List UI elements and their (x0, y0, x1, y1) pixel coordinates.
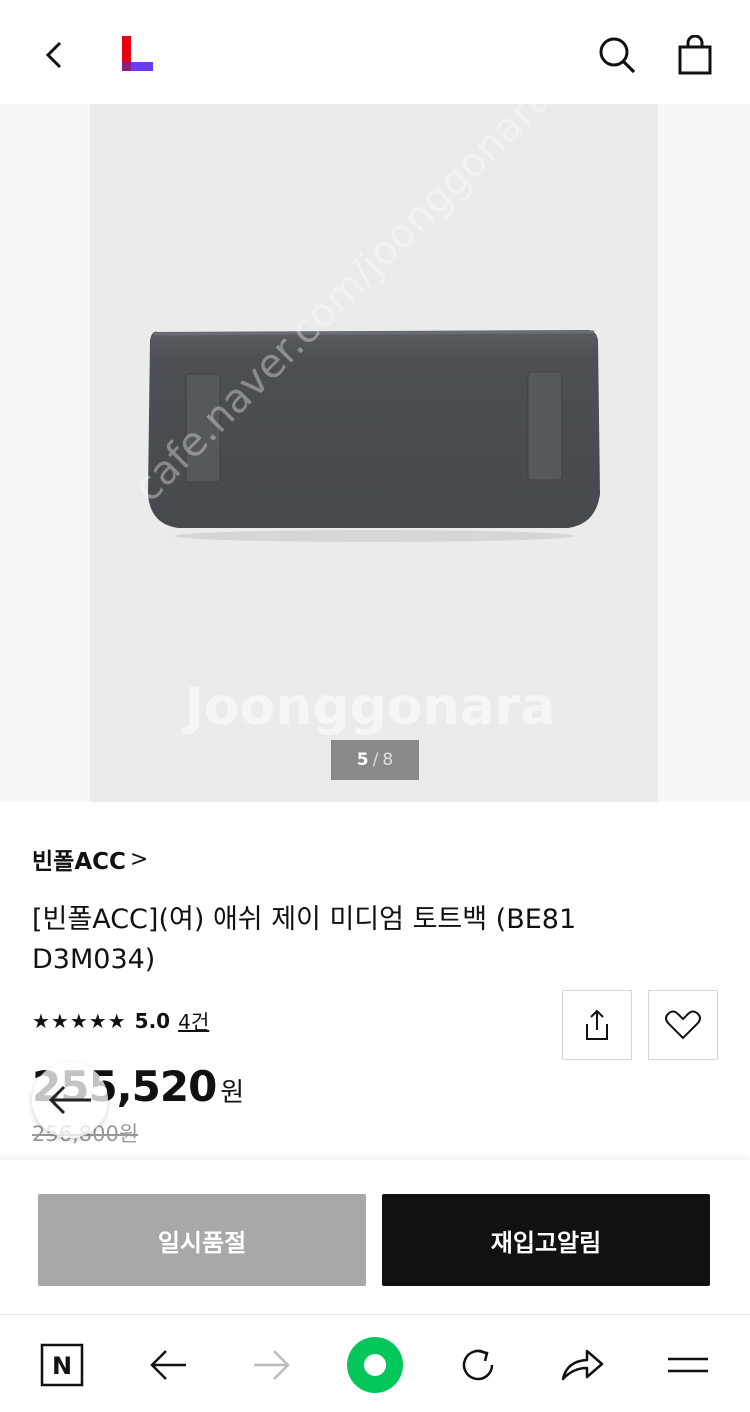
share-arrow-icon (561, 1349, 604, 1381)
wishlist-button[interactable] (648, 990, 718, 1060)
rating-score: 5.0 (134, 1008, 171, 1033)
star-rating-icon: ★★★★★ (32, 1008, 127, 1033)
top-header (0, 0, 750, 104)
product-page: Joonggonara cafe.naver.com/joonggonara 5… (0, 0, 750, 1412)
shopping-bag-icon (678, 35, 712, 75)
browser-forward-button[interactable] (242, 1335, 302, 1395)
review-count-link[interactable]: 4건 (178, 1006, 209, 1035)
refresh-button[interactable] (448, 1335, 508, 1395)
share-page-button[interactable] (552, 1335, 612, 1395)
heart-icon (665, 1010, 701, 1040)
soldout-button[interactable]: 일시품절 (38, 1194, 366, 1286)
naver-n-icon: N (40, 1343, 84, 1387)
refresh-icon (462, 1349, 494, 1381)
cart-button[interactable] (670, 30, 720, 80)
image-counter: 5 / 8 (331, 740, 419, 780)
arrow-left-icon (48, 1085, 91, 1115)
lotte-on-logo[interactable] (118, 36, 154, 74)
naver-home-button[interactable]: N (32, 1335, 92, 1395)
purchase-bar: 일시품절 재입고알림 (0, 1160, 750, 1314)
forward-arrow-icon (254, 1350, 290, 1380)
browser-back-button[interactable] (138, 1335, 198, 1395)
menu-icon (668, 1357, 708, 1373)
total-count: 8 (382, 750, 394, 770)
product-image-gallery[interactable]: Joonggonara cafe.naver.com/joonggonara 5… (0, 104, 750, 802)
browser-toolbar: N (0, 1314, 750, 1412)
logo-icon (122, 36, 153, 71)
product-photo: Joonggonara cafe.naver.com/joonggonara (90, 104, 658, 802)
share-button[interactable] (562, 990, 632, 1060)
chevron-right-icon: > (129, 846, 149, 872)
back-button[interactable] (30, 30, 80, 80)
price-unit: 원 (220, 1078, 245, 1108)
chevron-left-icon (45, 41, 62, 69)
brand-link[interactable]: 빈폴ACC > (32, 842, 148, 876)
back-arrow-icon (150, 1350, 186, 1380)
floating-back-button[interactable] (32, 1062, 108, 1138)
product-title: [빈폴ACC](여) 애쉬 제이 미디엄 토트백 (BE81 D3M034) (32, 904, 577, 975)
rating-row: ★★★★★ 5.0 4건 (32, 1006, 209, 1035)
share-icon (586, 1009, 608, 1040)
search-button[interactable] (592, 30, 642, 80)
green-dot-home-icon (347, 1337, 403, 1393)
svg-text:Joonggonara: Joonggonara (182, 677, 556, 737)
menu-button[interactable] (658, 1335, 718, 1395)
current-index: 5 (356, 750, 369, 770)
green-dot-button[interactable] (345, 1335, 405, 1395)
counter-separator: / (372, 750, 379, 770)
restock-alert-button[interactable]: 재입고알림 (382, 1194, 710, 1286)
svg-text:N: N (52, 1352, 72, 1380)
bag-illustration: Joonggonara cafe.naver.com/joonggonara (90, 104, 658, 802)
search-icon (599, 37, 636, 74)
brand-name: 빈폴ACC (32, 849, 126, 875)
